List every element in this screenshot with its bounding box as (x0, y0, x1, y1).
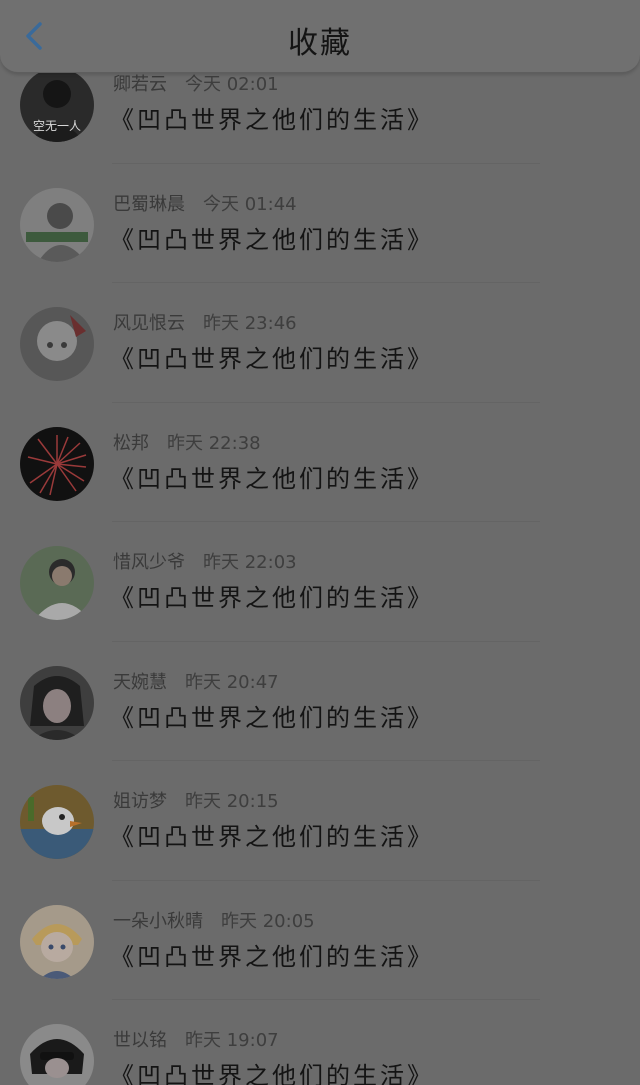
username[interactable]: 天婉慧 (113, 672, 167, 693)
timestamp: 昨天 23:46 (203, 313, 297, 334)
avatar[interactable] (20, 426, 94, 501)
item-meta: 姐访梦 昨天 20:15 (113, 787, 279, 813)
item-meta: 惜风少爷 昨天 22:03 (113, 548, 297, 574)
timestamp: 昨天 19:07 (185, 1030, 279, 1051)
story-title[interactable]: 《凹凸世界之他们的生活》 (110, 459, 434, 494)
username[interactable]: 姐访梦 (113, 791, 167, 812)
avatar[interactable] (20, 1024, 94, 1085)
story-title[interactable]: 《凹凸世界之他们的生活》 (110, 817, 434, 852)
avatar[interactable] (20, 904, 94, 979)
item-meta: 一朵小秋晴 昨天 20:05 (113, 907, 315, 933)
list-item[interactable]: 惜风少爷 昨天 22:03 《凹凸世界之他们的生活》 (0, 522, 640, 642)
favorites-list: 空无一人 卿若云 今天 02:01 《凹凸世界之他们的生活》 巴蜀琳晨 今天 01:… (0, 44, 640, 1085)
username[interactable]: 巴蜀琳晨 (113, 194, 185, 215)
item-meta: 巴蜀琳晨 今天 01:44 (113, 190, 297, 216)
username[interactable]: 松邦 (113, 433, 149, 454)
list-item[interactable]: 风见恨云 昨天 23:46 《凹凸世界之他们的生活》 (0, 283, 640, 403)
story-title[interactable]: 《凹凸世界之他们的生活》 (110, 1056, 434, 1085)
username[interactable]: 风见恨云 (113, 313, 185, 334)
list-item[interactable]: 松邦 昨天 22:38 《凹凸世界之他们的生活》 (0, 403, 640, 522)
username[interactable]: 惜风少爷 (113, 552, 185, 573)
timestamp: 昨天 20:15 (185, 791, 279, 812)
list-item[interactable]: 一朵小秋晴 昨天 20:05 《凹凸世界之他们的生活》 (0, 881, 640, 1000)
list-item[interactable]: 姐访梦 昨天 20:15 《凹凸世界之他们的生活》 (0, 761, 640, 881)
favorites-screen: 空无一人 卿若云 今天 02:01 《凹凸世界之他们的生活》 巴蜀琳晨 今天 01:… (0, 0, 640, 1085)
timestamp: 今天 02:01 (185, 74, 279, 95)
username[interactable]: 世以铭 (113, 1030, 167, 1051)
list-item[interactable]: 巴蜀琳晨 今天 01:44 《凹凸世界之他们的生活》 (0, 164, 640, 283)
list-item[interactable]: 世以铭 昨天 19:07 《凹凸世界之他们的生活》 (0, 1000, 640, 1085)
item-meta: 风见恨云 昨天 23:46 (113, 309, 297, 335)
story-title[interactable]: 《凹凸世界之他们的生活》 (110, 578, 434, 613)
timestamp: 今天 01:44 (203, 193, 297, 215)
avatar-caption: 空无一人 (33, 119, 81, 133)
list-item[interactable]: 天婉慧 昨天 20:47 《凹凸世界之他们的生活》 (0, 642, 640, 761)
item-meta: 卿若云 今天 02:01 (113, 70, 279, 96)
timestamp: 昨天 22:03 (203, 552, 297, 573)
story-title[interactable]: 《凹凸世界之他们的生活》 (110, 220, 434, 255)
story-title[interactable]: 《凹凸世界之他们的生活》 (110, 100, 434, 135)
timestamp: 昨天 20:47 (185, 671, 279, 693)
username[interactable]: 一朵小秋晴 (113, 911, 203, 932)
avatar[interactable]: 空无一人 (20, 68, 94, 142)
timestamp: 昨天 20:05 (221, 910, 315, 932)
story-title[interactable]: 《凹凸世界之他们的生活》 (110, 698, 434, 733)
item-meta: 天婉慧 昨天 20:47 (113, 668, 279, 694)
story-title[interactable]: 《凹凸世界之他们的生活》 (110, 937, 434, 972)
page-title: 收藏 (288, 26, 352, 61)
avatar[interactable] (20, 665, 94, 740)
avatar[interactable] (20, 187, 94, 262)
timestamp: 昨天 22:38 (167, 432, 261, 454)
top-nav-bar: 收藏 (0, 0, 640, 73)
username[interactable]: 卿若云 (113, 74, 167, 95)
item-meta: 松邦 昨天 22:38 (113, 429, 261, 455)
item-meta: 世以铭 昨天 19:07 (113, 1026, 279, 1052)
avatar[interactable] (20, 785, 94, 859)
story-title[interactable]: 《凹凸世界之他们的生活》 (110, 339, 434, 374)
avatar[interactable] (20, 307, 94, 381)
avatar[interactable] (20, 546, 94, 620)
